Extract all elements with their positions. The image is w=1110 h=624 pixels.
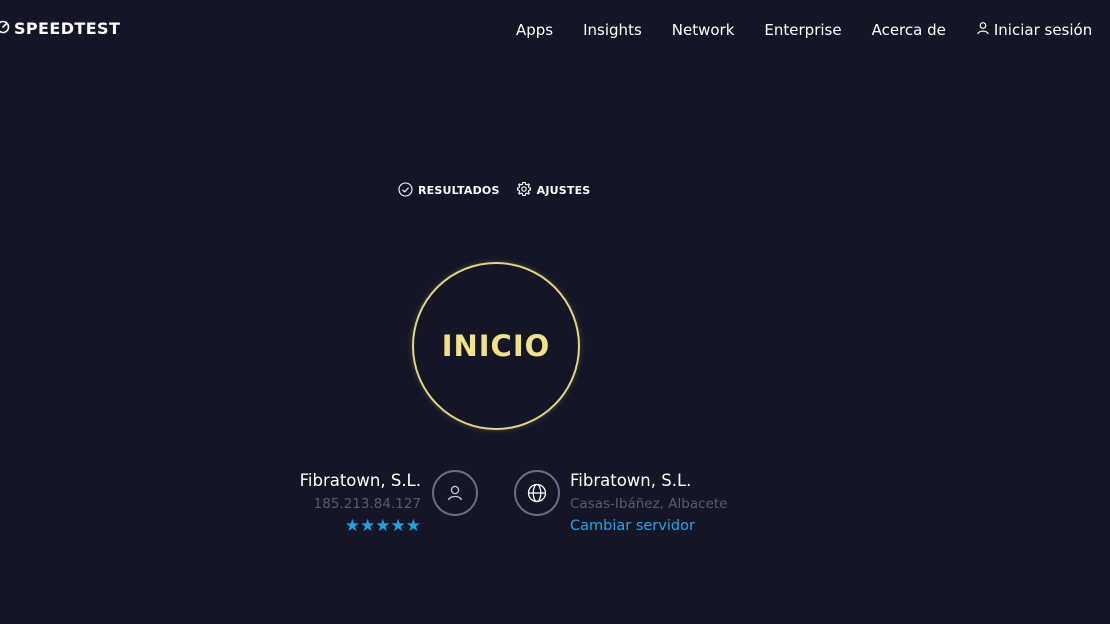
nav-item-about[interactable]: Acerca de <box>872 21 946 39</box>
server-name: Fibratown, S.L. <box>570 471 692 490</box>
isp-info: Fibratown, S.L. 185.213.84.127 ★★★★★ <box>300 470 421 536</box>
server-location: Casas-Ibáñez, Albacete <box>570 496 728 512</box>
test-tabs: RESULTADOS AJUSTES <box>398 181 590 200</box>
start-test-button[interactable]: INICIO <box>412 262 580 430</box>
nav-item-apps[interactable]: Apps <box>516 21 553 39</box>
server-info: Fibratown, S.L. Casas-Ibáñez, Albacete C… <box>570 470 727 535</box>
main-nav: Apps Insights Network Enterprise Acerca … <box>516 21 1092 39</box>
tab-settings[interactable]: AJUSTES <box>516 181 591 200</box>
isp-name: Fibratown, S.L. <box>299 471 421 490</box>
check-circle-icon <box>398 181 413 200</box>
speedtest-logo[interactable]: SPEEDTEST <box>0 19 120 38</box>
nav-item-network[interactable]: Network <box>672 21 735 39</box>
speedometer-icon <box>0 19 10 38</box>
isp-rating-stars[interactable]: ★★★★★ <box>300 516 421 536</box>
change-server-link[interactable]: Cambiar servidor <box>570 517 695 535</box>
isp-ip-address: 185.213.84.127 <box>313 496 421 512</box>
start-test-label: INICIO <box>441 329 551 363</box>
login-link[interactable]: Iniciar sesión <box>976 21 1092 39</box>
tab-results-label: RESULTADOS <box>418 184 500 197</box>
logo-text: SPEEDTEST <box>14 19 121 38</box>
nav-item-enterprise[interactable]: Enterprise <box>764 21 841 39</box>
tab-settings-label: AJUSTES <box>536 184 591 197</box>
gear-icon <box>516 181 532 200</box>
server-globe-icon <box>514 470 560 516</box>
isp-user-icon <box>432 470 478 516</box>
tab-results[interactable]: RESULTADOS <box>398 181 500 200</box>
user-icon <box>976 21 990 39</box>
speedtest-page: SPEEDTEST Apps Insights Network Enterpri… <box>0 0 1110 624</box>
nav-item-insights[interactable]: Insights <box>583 21 642 39</box>
login-label: Iniciar sesión <box>993 21 1093 39</box>
